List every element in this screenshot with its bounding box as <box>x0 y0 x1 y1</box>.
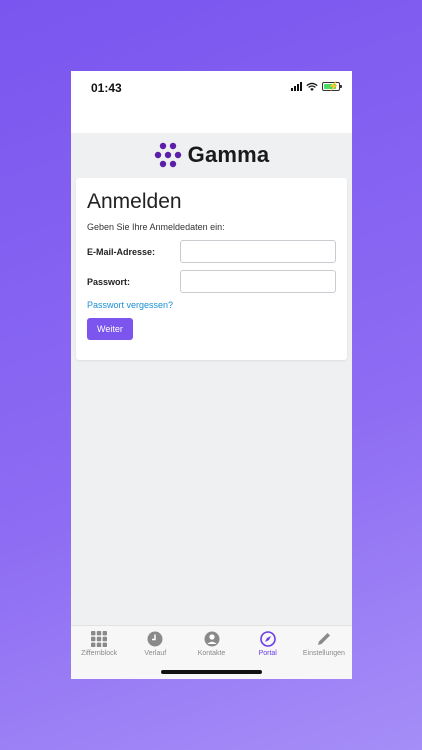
brand-name: Gamma <box>187 142 270 167</box>
email-field[interactable] <box>180 240 336 263</box>
password-label: Passwort: <box>87 276 131 287</box>
signal-icon <box>291 82 302 91</box>
status-time: 01:43 <box>91 81 122 95</box>
tab-label: Portal <box>258 649 277 657</box>
login-card: Anmelden Geben Sie Ihre Anmeldedaten ein… <box>76 178 347 360</box>
wifi-icon <box>306 82 318 91</box>
phone-screen: 01:43 ⚡ Gamma Anmelden Geben Sie Ihre An… <box>71 71 352 679</box>
password-field[interactable] <box>180 270 336 293</box>
continue-button[interactable]: Weiter <box>87 318 133 340</box>
tab-verlauf[interactable]: Verlauf <box>127 626 183 661</box>
compass-icon <box>259 630 276 647</box>
email-label: E-Mail-Adresse: <box>87 246 156 257</box>
keypad-icon <box>91 630 108 647</box>
page-title: Anmelden <box>87 190 182 213</box>
tab-label: Einstellungen <box>302 649 345 657</box>
forgot-password-link[interactable]: Passwort vergessen? <box>87 300 336 310</box>
tab-bar: Ziffernblock Verlauf Kontakte Portal Ein… <box>71 625 352 661</box>
tab-label: Kontakte <box>197 649 226 657</box>
login-subtitle: Geben Sie Ihre Anmeldedaten ein: <box>87 222 225 232</box>
status-bar: 01:43 ⚡ <box>71 71 352 133</box>
tab-label: Verlauf <box>144 649 167 657</box>
battery-icon: ⚡ <box>322 81 342 91</box>
home-indicator[interactable] <box>161 670 262 674</box>
tab-label: Ziffernblock <box>81 649 118 657</box>
clock-icon <box>147 631 163 646</box>
status-icons: ⚡ <box>291 81 342 91</box>
password-row: Passwort: <box>87 270 336 293</box>
tab-kontakte[interactable]: Kontakte <box>183 626 239 661</box>
tab-einstellungen[interactable]: Einstellungen <box>296 626 352 661</box>
tab-ziffernblock[interactable]: Ziffernblock <box>71 626 127 661</box>
tab-portal[interactable]: Portal <box>240 626 296 661</box>
person-icon <box>204 631 219 646</box>
pencil-icon <box>317 632 330 645</box>
brand-header: Gamma <box>71 133 352 177</box>
home-indicator-area <box>71 661 352 679</box>
email-row: E-Mail-Adresse: <box>87 240 336 263</box>
gamma-logo-icon <box>154 142 181 168</box>
